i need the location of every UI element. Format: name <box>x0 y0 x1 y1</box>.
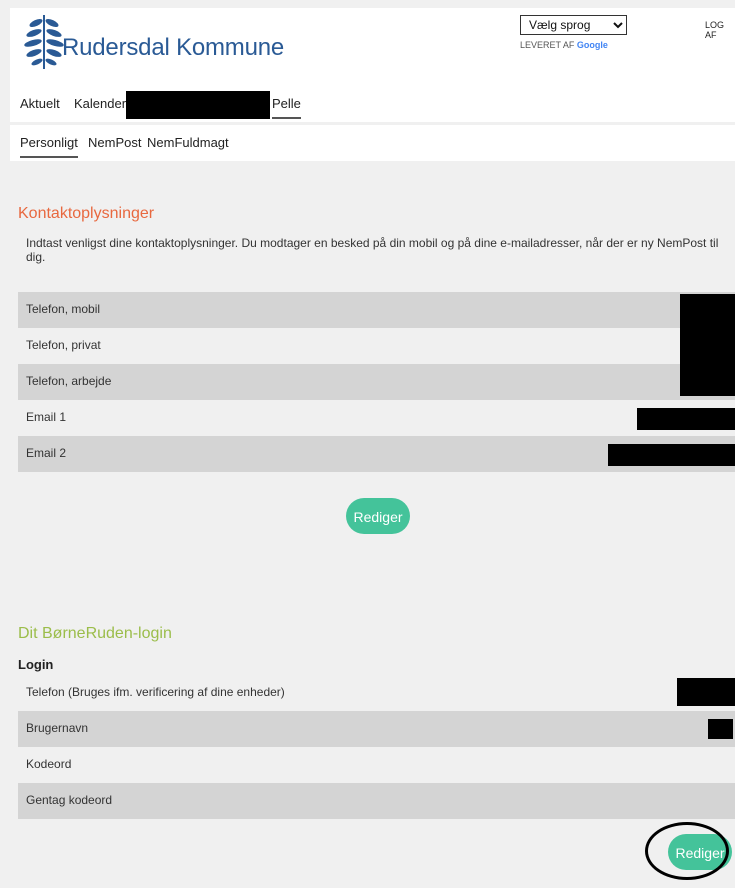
contact-intro-text: Indtast venligst dine kontaktoplysninger… <box>26 236 719 264</box>
login-row-username: Brugernavn <box>18 711 735 747</box>
site-header: Rudersdal Kommune Vælg sprog LEVERET AF … <box>10 8 735 94</box>
redacted-value <box>680 294 735 328</box>
login-row-password: Kodeord <box>18 747 735 783</box>
row-label: Brugernavn <box>26 721 89 735</box>
redacted-value <box>677 678 735 706</box>
redacted-value <box>608 444 735 466</box>
row-label: Telefon (Bruges ifm. verificering af din… <box>26 685 285 699</box>
tab-nempost[interactable]: NemPost <box>88 135 141 150</box>
row-label: Kodeord <box>26 757 72 771</box>
contact-section-title: Kontaktoplysninger <box>18 205 155 222</box>
login-section-title: Dit BørneRuden-login <box>18 625 172 642</box>
row-label: Telefon, arbejde <box>26 374 112 388</box>
nav-item-user[interactable]: Pelle <box>272 96 301 119</box>
tab-personligt[interactable]: Personligt <box>20 135 78 158</box>
tab-nemfuldmagt[interactable]: NemFuldmagt <box>147 135 229 150</box>
redacted-value <box>680 328 735 364</box>
login-subtitle: Login <box>18 657 54 672</box>
row-label: Telefon, privat <box>26 338 101 352</box>
rudersdal-logo-icon[interactable] <box>24 13 64 71</box>
redacted-value <box>680 364 735 396</box>
row-label: Telefon, mobil <box>26 302 101 316</box>
nav-item-kalender[interactable]: Kalender <box>74 96 126 111</box>
login-row-phone: Telefon (Bruges ifm. verificering af din… <box>18 675 735 711</box>
contact-row-work: Telefon, arbejde <box>18 364 735 400</box>
row-label: Gentag kodeord <box>26 793 113 807</box>
row-label: Email 2 <box>26 446 67 460</box>
powered-by: LEVERET AF Google <box>520 40 608 50</box>
contact-row-private: Telefon, privat <box>18 328 735 364</box>
highlight-circle-annotation <box>645 822 729 880</box>
language-select[interactable]: Vælg sprog <box>520 15 627 35</box>
redacted-nav-item <box>126 91 270 119</box>
sub-nav: Personligt NemPost NemFuldmagt <box>10 125 735 161</box>
logout-link[interactable]: LOG AF <box>705 20 735 40</box>
edit-contact-button[interactable]: Rediger <box>346 498 410 534</box>
nav-item-aktuelt[interactable]: Aktuelt <box>20 96 60 111</box>
powered-by-label: LEVERET AF <box>520 40 575 50</box>
brand-name[interactable]: Rudersdal Kommune <box>62 34 284 62</box>
row-label: Email 1 <box>26 410 67 424</box>
google-logo: Google <box>576 40 608 50</box>
contact-row-email1: Email 1 <box>18 400 735 436</box>
redacted-value <box>708 719 733 739</box>
main-nav: Aktuelt Kalender Pelle <box>10 86 735 122</box>
redacted-value <box>637 408 735 430</box>
login-row-repeat-password: Gentag kodeord <box>18 783 735 819</box>
contact-row-email2: Email 2 <box>18 436 735 472</box>
contact-row-mobile: Telefon, mobil <box>18 292 735 328</box>
